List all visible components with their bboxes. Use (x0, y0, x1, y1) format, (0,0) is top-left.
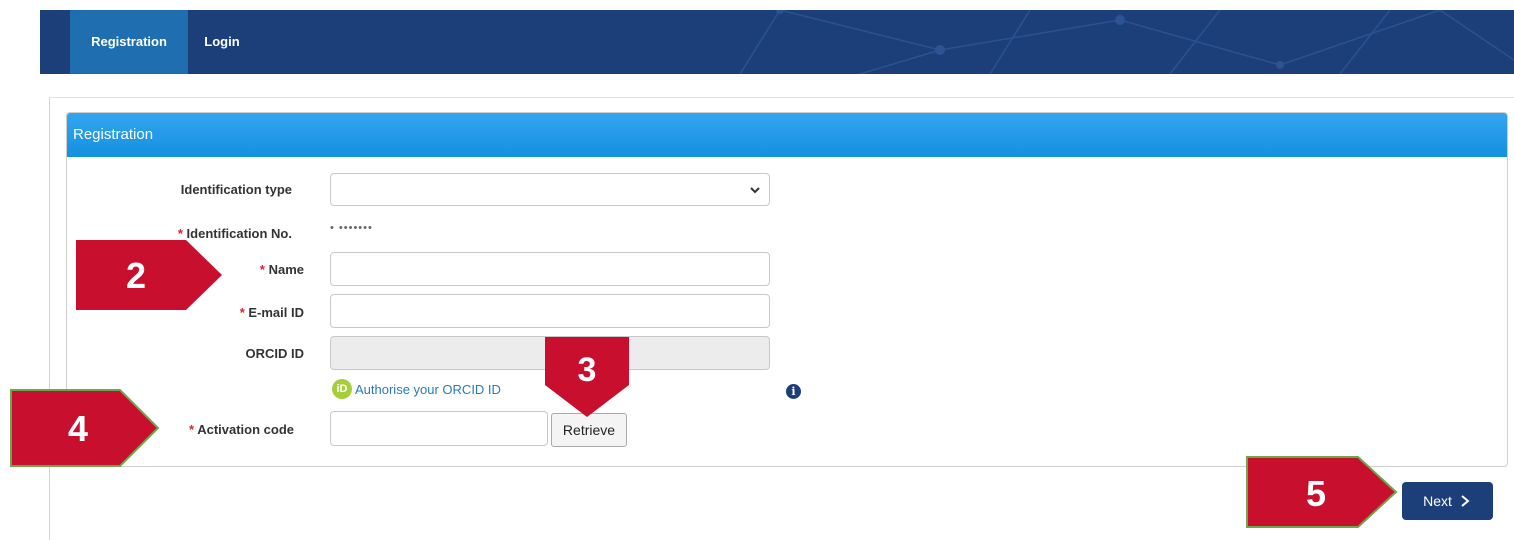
identification-type-select[interactable] (330, 173, 770, 206)
identification-type-label: Identification type (180, 182, 292, 197)
svg-text:3: 3 (578, 351, 597, 389)
network-pattern-background (739, 10, 1514, 74)
annotation-marker-4: 4 (10, 389, 160, 467)
activation-code-label: * Activation code (189, 422, 294, 437)
email-label: * E-mail ID (239, 305, 304, 320)
svg-text:2: 2 (126, 255, 146, 296)
activation-code-input[interactable] (330, 411, 548, 446)
svg-text:5: 5 (1306, 473, 1326, 514)
svg-text:4: 4 (68, 408, 88, 449)
annotation-marker-5: 5 (1246, 456, 1398, 528)
required-marker: * (189, 422, 195, 437)
email-input[interactable] (330, 294, 770, 328)
identification-no-label: * Identification No. (177, 226, 292, 241)
orcid-label: ORCID ID (245, 346, 305, 361)
required-marker: * (239, 305, 245, 320)
name-input[interactable] (330, 252, 770, 286)
tab-login[interactable]: Login (198, 10, 246, 74)
panel-title: Registration (67, 113, 1507, 157)
registration-panel: Registration (66, 112, 1508, 467)
orcid-icon: iD (332, 379, 352, 399)
tab-registration[interactable]: Registration (70, 10, 188, 74)
chevron-down-icon (750, 187, 760, 194)
required-marker: * (177, 226, 183, 241)
info-icon[interactable]: i (786, 384, 801, 399)
chevron-right-icon (1461, 495, 1470, 507)
name-label: * Name (259, 262, 304, 277)
top-navbar: Registration Login (40, 10, 1514, 74)
required-marker: * (259, 262, 265, 277)
identification-no-value: • ••••••• (330, 222, 373, 234)
next-button[interactable]: Next (1402, 482, 1493, 520)
annotation-marker-3: 3 (545, 337, 629, 417)
authorise-orcid-link[interactable]: iD Authorise your ORCID ID (332, 379, 501, 399)
annotation-marker-2: 2 (76, 240, 222, 310)
